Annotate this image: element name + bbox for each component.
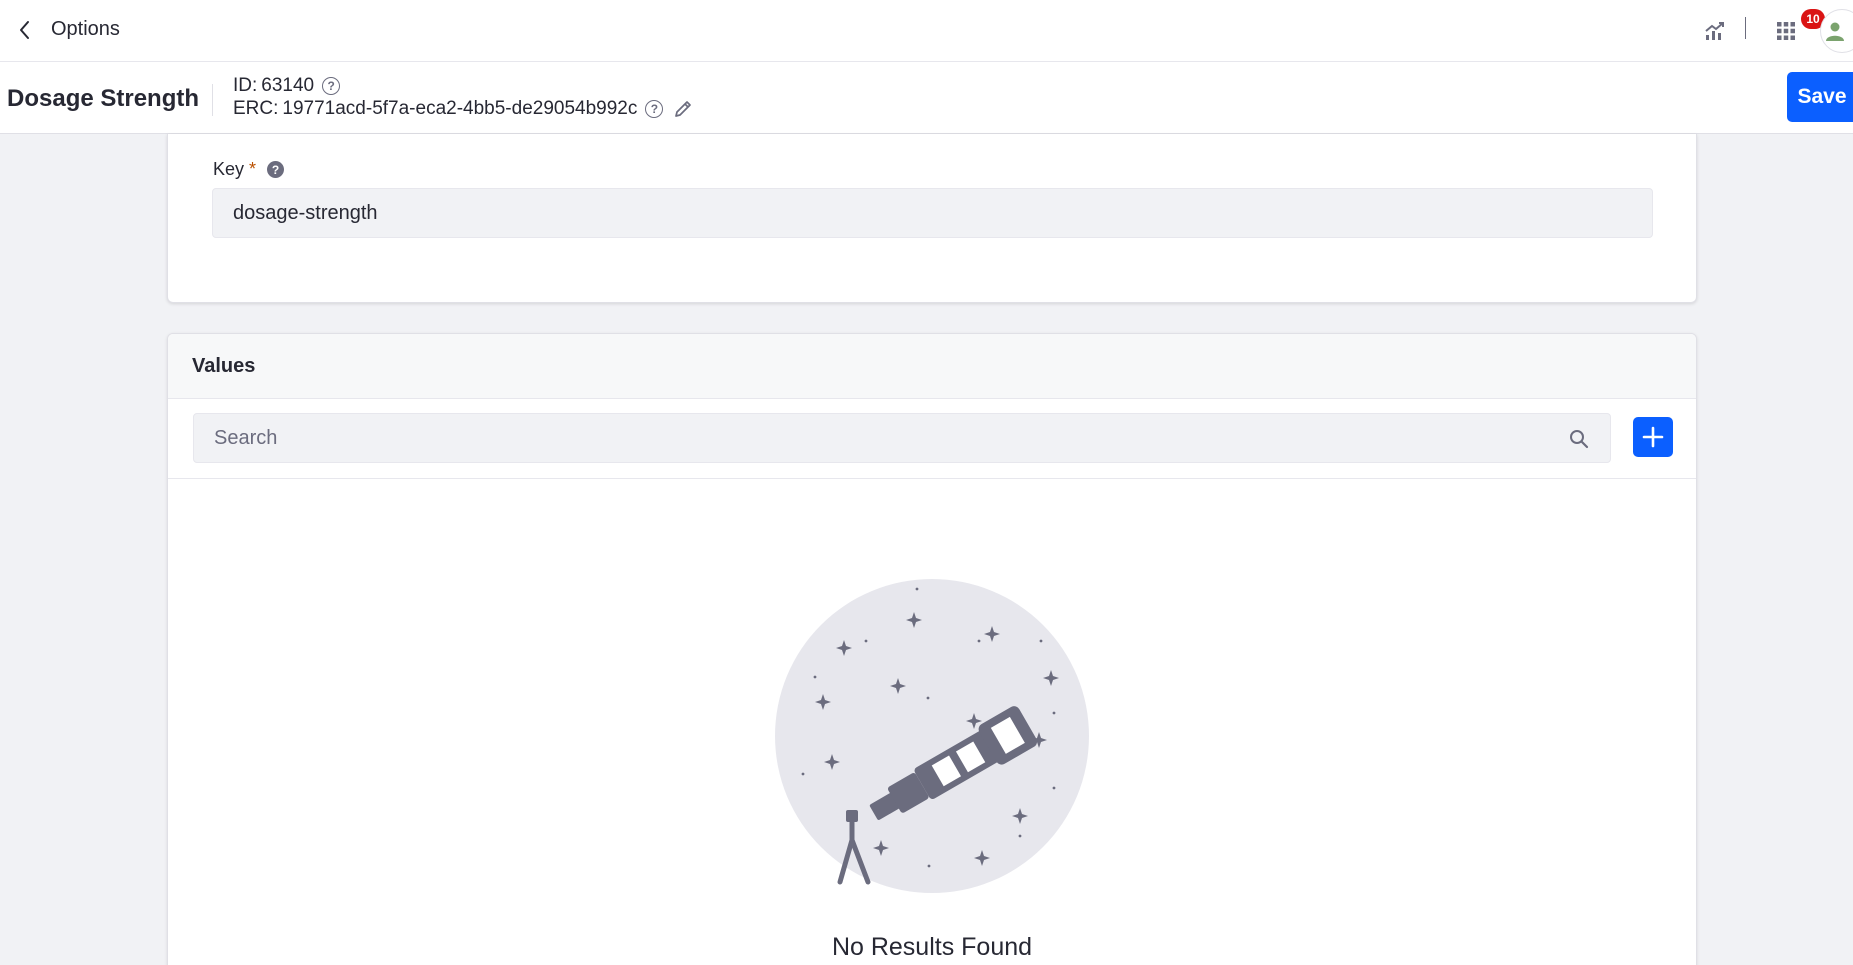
- erc-help-icon[interactable]: ?: [645, 100, 664, 118]
- key-help-icon[interactable]: ?: [267, 161, 285, 178]
- values-toolbar: Search: [168, 399, 1696, 479]
- values-header: Values: [168, 334, 1696, 399]
- id-line: ID: 63140 ?: [233, 75, 341, 97]
- page-title: Options: [51, 18, 120, 40]
- values-title: Values: [192, 355, 256, 377]
- pencil-icon: [675, 101, 692, 117]
- user-avatar[interactable]: [1820, 9, 1853, 53]
- edit-erc-button[interactable]: [671, 97, 695, 121]
- search-input[interactable]: Search: [193, 413, 1611, 463]
- required-marker: *: [249, 159, 257, 179]
- empty-state-title: No Results Found: [831, 933, 1033, 961]
- search-icon[interactable]: [1568, 428, 1590, 450]
- key-card: Key * ? dosage-strength: [167, 134, 1697, 303]
- add-value-button[interactable]: [1633, 417, 1673, 457]
- grid-icon: [1777, 22, 1795, 40]
- id-value: 63140: [261, 75, 315, 96]
- top-navigation-bar: Options 10: [0, 0, 1853, 62]
- id-help-icon[interactable]: ?: [322, 77, 341, 95]
- erc-label: ERC:: [233, 98, 279, 119]
- user-icon: [1826, 22, 1844, 41]
- entity-title: Dosage Strength: [7, 85, 200, 112]
- applications-menu-button[interactable]: [1771, 16, 1801, 46]
- save-button[interactable]: Save: [1787, 72, 1853, 122]
- erc-value: 19771acd-5f7a-eca2-4bb5-de29054b992c: [282, 98, 638, 119]
- back-button[interactable]: [12, 17, 38, 43]
- toolbar-divider: [1745, 17, 1746, 39]
- analytics-button[interactable]: [1701, 17, 1729, 45]
- erc-line: ERC: 19771acd-5f7a-eca2-4bb5-de29054b992…: [233, 97, 695, 121]
- key-label-text: Key: [213, 159, 245, 179]
- key-input[interactable]: dosage-strength: [212, 188, 1653, 238]
- values-card: Values Search No Results Found: [167, 333, 1697, 965]
- plus-icon: [1642, 426, 1664, 448]
- id-label: ID:: [233, 75, 258, 96]
- header-divider: [212, 84, 213, 116]
- key-label: Key * ?: [213, 159, 285, 180]
- search-placeholder: Search: [214, 426, 278, 449]
- chevron-left-icon: [20, 21, 29, 39]
- entity-header: Dosage Strength ID: 63140 ? ERC: 19771ac…: [0, 62, 1853, 134]
- telescope-illustration: [775, 579, 1089, 893]
- analytics-icon: [1705, 22, 1724, 40]
